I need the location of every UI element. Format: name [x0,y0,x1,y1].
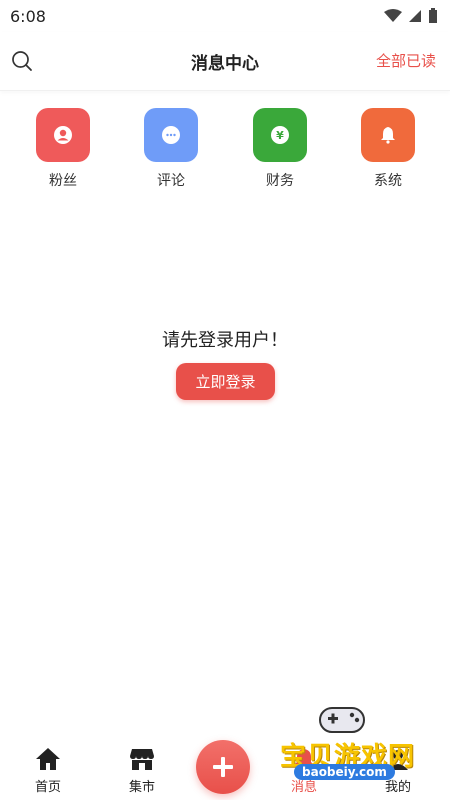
status-time: 6:08 [10,6,46,26]
header: 消息中心 全部已读 [0,32,450,91]
category-fans-label: 粉丝 [49,173,77,189]
market-icon [130,749,154,770]
search-button[interactable] [10,49,34,73]
wifi-icon [384,9,402,22]
category-system-label: 系统 [374,173,402,189]
tab-market[interactable]: 集市 [112,736,172,800]
chat-icon [162,126,180,144]
battery-icon [429,8,437,23]
add-post-button[interactable] [196,740,250,794]
user-icon [54,126,72,144]
tab-profile-label: 我的 [384,780,411,795]
mark-all-read-button[interactable]: 全部已读 [376,50,436,71]
category-comments-icon-box [144,108,198,162]
category-finance-label: 财务 [266,173,294,189]
login-required-message: 请先登录用户！ [162,330,288,351]
tab-profile[interactable]: 我的 [368,736,428,800]
svg-text:¥: ¥ [276,129,284,142]
tab-market-label: 集市 [128,780,155,795]
yen-icon: ¥ [271,126,289,144]
category-comments-label: 评论 [157,173,185,189]
category-row: 粉丝 评论 ¥ 财务 系统 [0,108,450,198]
category-system-icon-box [361,108,415,162]
search-icon [12,51,32,71]
profile-icon [388,750,408,770]
gamepad-icon [319,707,365,733]
tab-messages[interactable]: 消息 [274,736,334,800]
home-icon [36,748,60,770]
status-bar: 6:08 [0,0,450,32]
tab-messages-label: 消息 [290,780,317,795]
category-finance[interactable]: ¥ 财务 [250,108,310,190]
bell-icon [381,127,395,144]
plus-icon [213,757,233,777]
message-icon [294,749,314,770]
category-finance-icon-box: ¥ [253,108,307,162]
category-system[interactable]: 系统 [358,108,418,190]
tab-home[interactable]: 首页 [18,736,78,800]
tab-home-label: 首页 [34,780,61,795]
login-button[interactable]: 立即登录 [176,363,275,400]
category-fans-icon-box [36,108,90,162]
page-title: 消息中心 [191,53,259,74]
signal-icon [409,10,421,22]
category-comments[interactable]: 评论 [141,108,201,190]
status-icons [384,8,438,24]
category-fans[interactable]: 粉丝 [33,108,93,190]
